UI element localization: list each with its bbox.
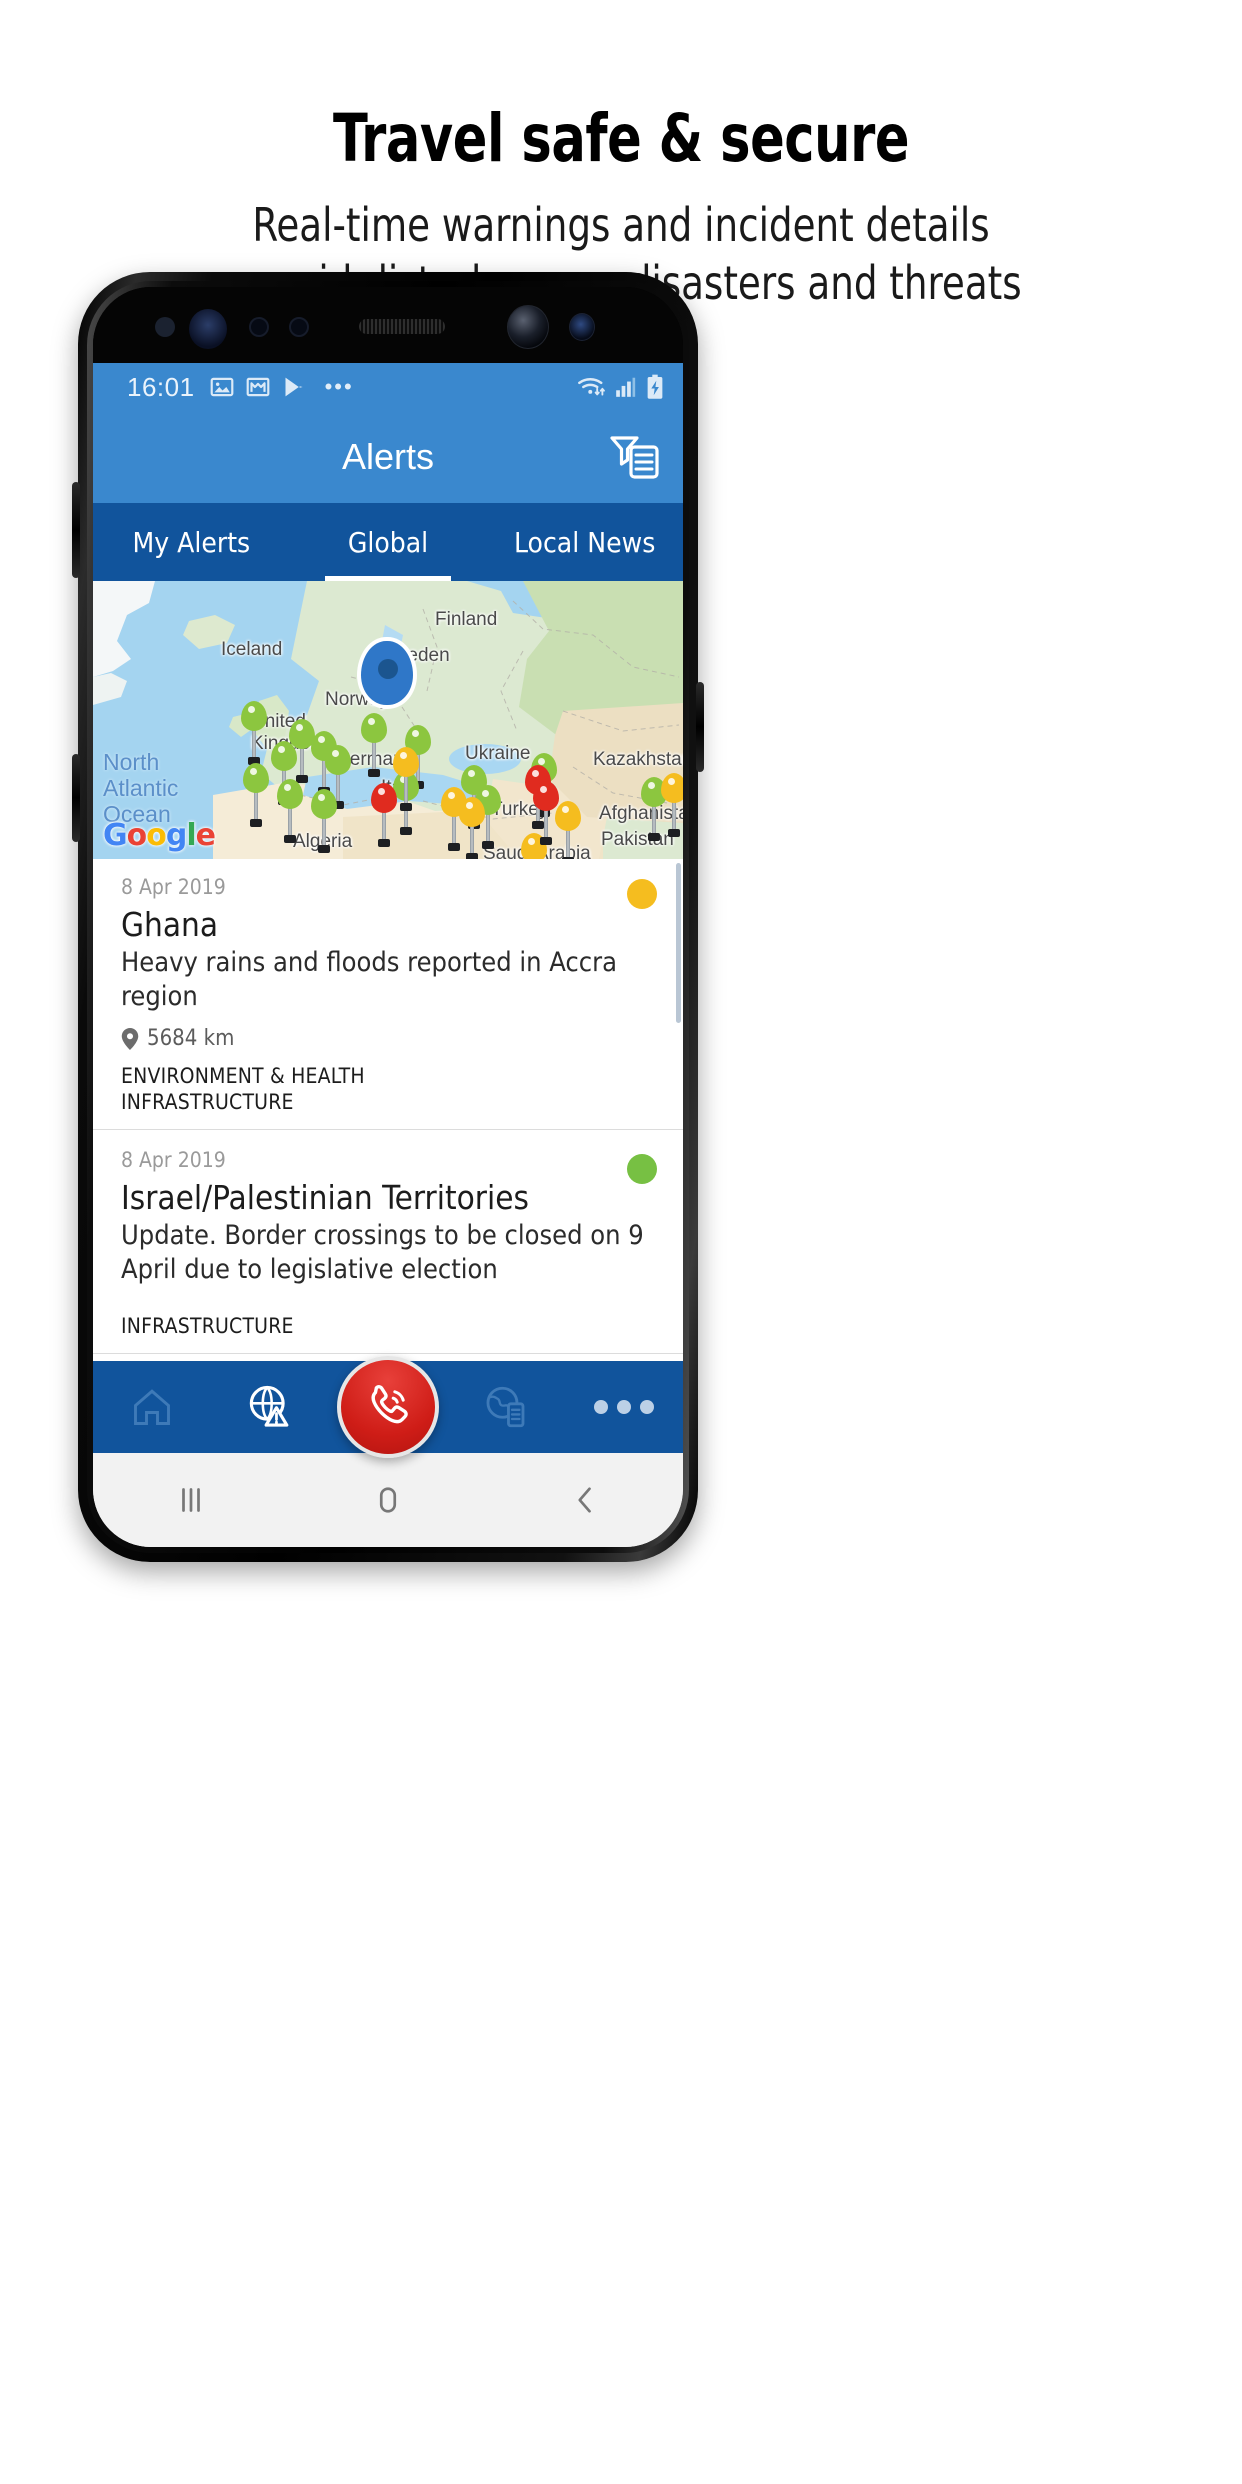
alert-country: Ghana <box>121 905 219 944</box>
home-icon <box>379 1487 397 1513</box>
location-pin-icon <box>121 1027 139 1050</box>
nav-alerts-button[interactable] <box>211 1383 329 1431</box>
home-button[interactable] <box>290 1482 487 1518</box>
tab-bar: My Alerts Global Local News <box>93 503 683 581</box>
status-badge <box>627 1154 657 1184</box>
tab-global[interactable]: Global <box>290 503 487 581</box>
proximity-sensor-icon <box>155 317 175 337</box>
alerts-list[interactable]: 8 Apr 2019 Ghana Heavy rains and floods … <box>93 859 683 1361</box>
alert-list-item[interactable]: 8 Apr 2019 Israel/Palestinian Territorie… <box>93 1129 683 1339</box>
earpiece-speaker <box>359 319 445 334</box>
app-viewport: 16:01 ••• Alerts My Alerts Global Local … <box>93 363 683 1547</box>
page-title: Travel safe & secure <box>332 100 910 177</box>
status-system-icons <box>577 374 665 400</box>
phone-screen: 16:01 ••• Alerts My Alerts Global Local … <box>93 287 683 1547</box>
alert-country: Israel/Palestinian Territories <box>121 1178 529 1217</box>
map-pin-green[interactable] <box>311 789 337 853</box>
emergency-call-button[interactable] <box>337 1356 439 1458</box>
map-label-iceland: Iceland <box>221 639 283 660</box>
alert-distance: 5684 km <box>121 1026 655 1051</box>
alerts-map[interactable]: North Atlantic Ocean Iceland Finland Swede… <box>93 581 683 859</box>
back-button[interactable] <box>486 1482 683 1518</box>
gallery-icon <box>210 377 233 397</box>
alert-description: Update. Border crossings to be closed on… <box>121 1220 644 1285</box>
map-label-kazakhstan: Kazakhstan <box>593 749 683 770</box>
map-pin-green[interactable] <box>277 779 303 843</box>
alert-date: 8 Apr 2019 <box>121 1148 226 1172</box>
map-label-finland: Finland <box>435 609 498 630</box>
status-clock: 16:01 <box>127 371 195 402</box>
map-pin-amber[interactable] <box>393 747 419 811</box>
status-notification-icons: ••• <box>209 374 354 400</box>
phone-mockup: 16:01 ••• Alerts My Alerts Global Local … <box>72 272 704 1562</box>
volume-up-button[interactable] <box>72 482 80 578</box>
alert-categories: INFRASTRUCTURE <box>121 1314 294 1338</box>
filter-button[interactable] <box>609 432 661 482</box>
alert-date: 8 Apr 2019 <box>121 875 226 899</box>
alert-description: Heavy rains and floods reported in Accra… <box>121 947 617 1012</box>
nav-home-button[interactable] <box>93 1385 211 1429</box>
status-badge <box>627 879 657 909</box>
map-pin-green[interactable] <box>325 745 351 809</box>
map-label-pakistan: Pakistan <box>601 829 674 850</box>
nav-more-button[interactable] <box>565 1400 683 1414</box>
map-label-ocean: North Atlantic Ocean <box>103 749 179 827</box>
more-dots-icon <box>594 1400 654 1414</box>
wifi-icon <box>578 378 605 396</box>
subtitle-line-1: Real-time warnings and incident details <box>252 198 990 252</box>
globe-document-icon <box>486 1386 525 1428</box>
google-attribution: Google <box>103 818 216 853</box>
alert-list-item[interactable]: 8 Apr 2019 Ghana Heavy rains and floods … <box>93 859 683 1115</box>
map-pin-red[interactable] <box>371 783 397 847</box>
play-store-icon <box>285 377 303 397</box>
map-label-ukraine: Ukraine <box>465 743 531 764</box>
map-pin-current-location[interactable] <box>361 641 413 705</box>
gmail-icon <box>246 377 269 397</box>
recents-icon <box>182 1488 201 1512</box>
globe-alert-icon <box>249 1385 289 1427</box>
alert-distance-value: 5684 km <box>147 1026 235 1051</box>
home-icon <box>134 1389 170 1425</box>
android-status-bar: 16:01 ••• <box>93 363 683 411</box>
map-pin-green[interactable] <box>361 713 387 777</box>
iris-scanner-icon <box>189 309 227 349</box>
android-navigation-bar <box>93 1453 683 1547</box>
back-icon <box>578 1487 591 1513</box>
bottom-navigation-bar <box>93 1356 683 1458</box>
nav-reports-button[interactable] <box>447 1384 565 1430</box>
map-pin-amber[interactable] <box>459 797 485 859</box>
signal-icon <box>616 377 636 397</box>
overflow-dots-icon: ••• <box>324 374 354 399</box>
ir-sensor-icon <box>289 317 309 337</box>
power-button[interactable] <box>696 682 704 772</box>
bixby-button[interactable] <box>72 754 80 842</box>
battery-charging-icon <box>647 374 663 399</box>
tab-local-news[interactable]: Local News <box>486 503 683 581</box>
light-sensor-icon <box>249 317 269 337</box>
app-header: Alerts <box>93 411 683 503</box>
tab-my-alerts[interactable]: My Alerts <box>93 503 290 581</box>
phone-top-bezel <box>93 287 683 363</box>
map-pin-amber[interactable] <box>661 773 683 837</box>
filter-list-icon <box>610 436 659 479</box>
map-pin-green[interactable] <box>241 701 267 765</box>
alert-categories: ENVIRONMENT & HEALTH INFRASTRUCTURE <box>121 1064 365 1114</box>
promo-screenshot: Travel safe & secure Real-time warnings … <box>0 0 1242 2484</box>
map-pin-green[interactable] <box>271 741 297 805</box>
map-pin-red[interactable] <box>533 781 559 845</box>
emergency-call-icon <box>371 1385 408 1424</box>
recents-button[interactable] <box>93 1482 290 1518</box>
front-camera-icon <box>507 305 549 349</box>
app-title: Alerts <box>341 436 435 477</box>
map-pin-green[interactable] <box>243 763 269 827</box>
led-indicator-icon <box>569 313 595 341</box>
